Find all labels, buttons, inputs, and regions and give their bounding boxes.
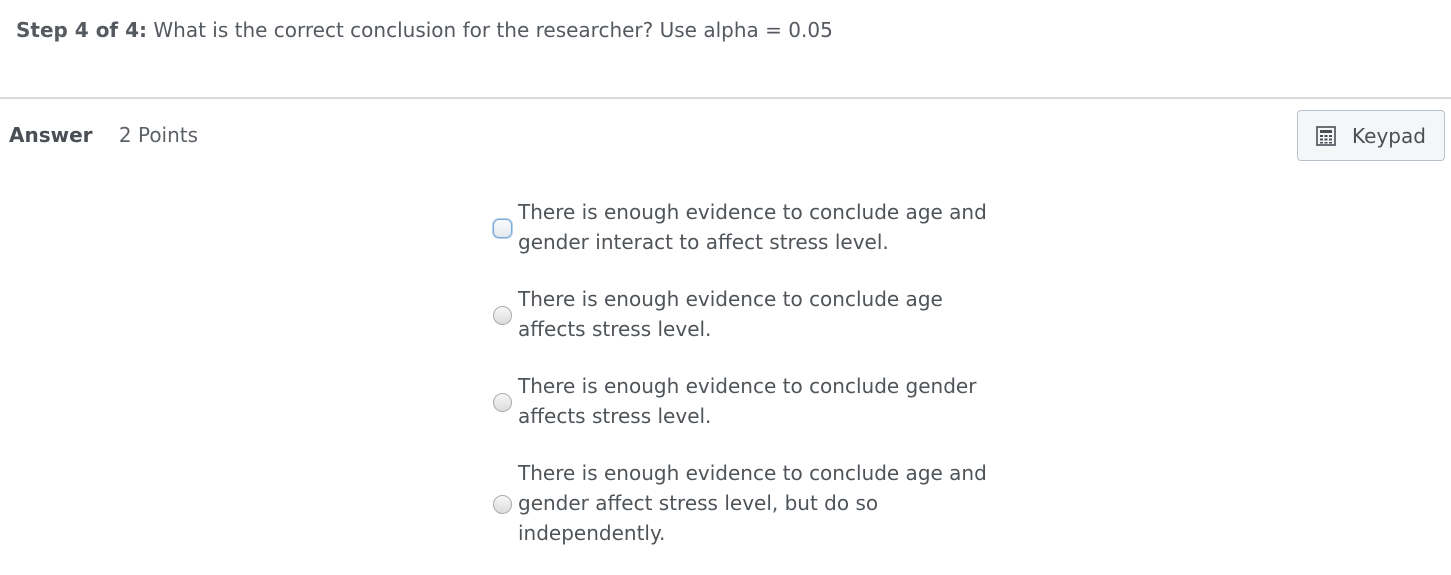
option-4-text: There is enough evidence to conclude age… bbox=[518, 461, 987, 545]
answer-label: Answer bbox=[9, 123, 93, 147]
keypad-label: Keypad bbox=[1352, 123, 1426, 148]
answer-options: There is enough evidence to conclude age… bbox=[493, 197, 1013, 575]
step-indicator: Step 4 of 4: bbox=[16, 18, 148, 42]
points-label: 2 Points bbox=[118, 123, 199, 147]
option-2[interactable]: There is enough evidence to conclude age… bbox=[493, 284, 1013, 344]
keypad-button[interactable]: Keypad bbox=[1297, 110, 1445, 161]
question-prompt: Step 4 of 4: What is the correct conclus… bbox=[16, 16, 833, 44]
option-4[interactable]: There is enough evidence to conclude age… bbox=[493, 458, 1013, 548]
question-text: What is the correct conclusion for the r… bbox=[153, 18, 833, 42]
option-3-text: There is enough evidence to conclude gen… bbox=[518, 374, 977, 428]
option-1[interactable]: There is enough evidence to conclude age… bbox=[493, 197, 1013, 257]
option-2-text: There is enough evidence to conclude age… bbox=[518, 287, 943, 341]
option-3[interactable]: There is enough evidence to conclude gen… bbox=[493, 371, 1013, 431]
section-divider bbox=[0, 97, 1451, 99]
option-4-radio[interactable] bbox=[493, 494, 512, 514]
option-3-radio[interactable] bbox=[493, 392, 512, 412]
option-1-text: There is enough evidence to conclude age… bbox=[518, 200, 987, 254]
option-1-radio[interactable] bbox=[493, 218, 512, 238]
option-2-radio[interactable] bbox=[493, 305, 512, 325]
calculator-icon bbox=[1316, 125, 1336, 146]
answer-header: Answer 2 Points bbox=[9, 121, 198, 149]
